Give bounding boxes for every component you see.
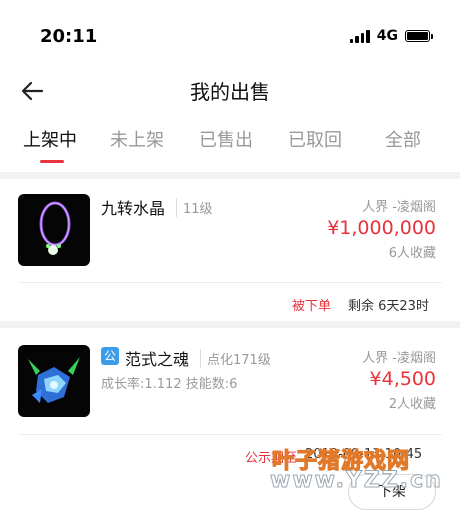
- listing-card[interactable]: 公 范式之魂 点化171级 人界 -凌烟阁 成长率:1.112 技能数:6 ¥4…: [0, 328, 460, 528]
- listing-card[interactable]: 九转水晶 11级 人界 -凌烟阁 ¥1,000,000 6人收藏 被下单 剩余 …: [0, 179, 460, 321]
- card-divider: [18, 434, 442, 435]
- item-server: 人界 -凌烟阁: [362, 200, 436, 215]
- item-thumbnail: [18, 345, 90, 417]
- item-price: ¥4,500: [369, 368, 436, 390]
- tab-not-listed[interactable]: 未上架: [110, 126, 164, 152]
- status-bar: 20:11 4G: [0, 0, 460, 72]
- section-divider: [0, 321, 460, 328]
- crystal-necklace-icon: [39, 201, 71, 255]
- signal-icon: [349, 29, 370, 43]
- public-badge: 公: [101, 347, 119, 365]
- network-type: 4G: [376, 28, 398, 44]
- item-thumbnail: [18, 194, 90, 266]
- item-level: 11级: [176, 198, 213, 217]
- tab-on-shelf[interactable]: 上架中: [23, 126, 77, 152]
- item-server: 人界 -凌烟阁: [362, 351, 436, 366]
- spirit-creature-icon: [28, 357, 80, 403]
- item-name: 九转水晶: [101, 199, 166, 218]
- card-divider: [18, 282, 442, 283]
- section-divider: [0, 172, 460, 179]
- item-favorites: 6人收藏: [388, 246, 436, 261]
- tab-all[interactable]: 全部: [385, 126, 421, 152]
- status-time: 20:11: [40, 26, 98, 47]
- battery-icon: [405, 30, 433, 42]
- tab-retrieved[interactable]: 已取回: [288, 126, 342, 152]
- nav-bar: 我的出售: [0, 68, 460, 112]
- item-level: 点化171级: [200, 349, 271, 368]
- item-stats: 成长率:1.112 技能数:6: [101, 377, 238, 392]
- page-title: 我的出售: [190, 80, 270, 104]
- item-price: ¥1,000,000: [327, 217, 436, 239]
- watermark-url: www.YZZ.cn: [270, 468, 443, 494]
- tab-sold[interactable]: 已售出: [199, 126, 253, 152]
- item-name: 范式之魂: [125, 350, 190, 369]
- status-label: 被下单: [292, 299, 332, 314]
- item-favorites: 2人收藏: [388, 397, 436, 412]
- active-tab-indicator: [40, 160, 64, 163]
- remaining-time: 剩余 6天23时: [348, 299, 429, 314]
- status-indicators: 4G: [349, 28, 433, 44]
- tab-bar: 上架中 未上架 已售出 已取回 全部: [0, 126, 460, 166]
